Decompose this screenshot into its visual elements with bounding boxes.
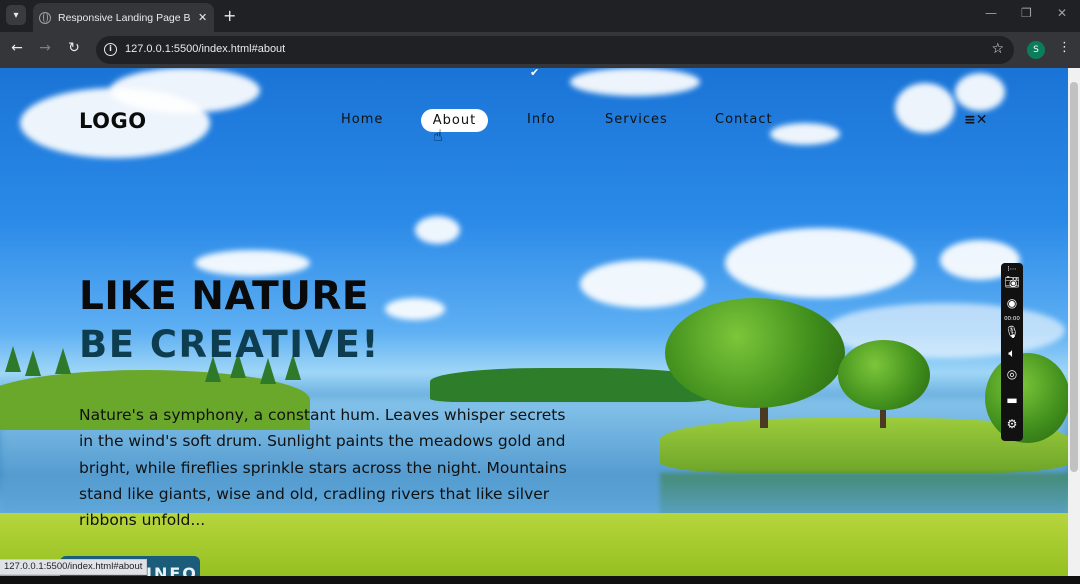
settings-icon[interactable]: ⚙ (1001, 417, 1023, 431)
status-url: 127.0.0.1:5500/index.html#about (0, 559, 148, 575)
reload-icon[interactable]: ↻ (64, 40, 84, 56)
restore-icon[interactable]: ❐ (1021, 6, 1032, 20)
hero-title: LIKE NATURE (79, 274, 370, 319)
treeline (430, 368, 710, 402)
tree (665, 298, 845, 408)
scrollbar-thumb[interactable] (1070, 82, 1078, 472)
browser-tab[interactable]: Responsive Landing Page BySm ✕ (33, 3, 214, 32)
bookmark-star-icon[interactable]: ☆ (991, 41, 1004, 57)
cloud (895, 83, 955, 133)
pine-tree (5, 346, 21, 372)
tab-strip: ▾ Responsive Landing Page BySm ✕ + — ❐ ✕ (0, 0, 1080, 32)
tab-title: Responsive Landing Page BySm (58, 11, 190, 24)
url-text[interactable]: 127.0.0.1:5500/index.html#about (125, 43, 285, 55)
address-bar[interactable]: i 127.0.0.1:5500/index.html#about ☆ (96, 36, 1014, 64)
cloud (570, 68, 700, 96)
nav-info[interactable]: Info (527, 112, 556, 127)
menu-toggle-icon[interactable]: ≡✕ (964, 112, 987, 128)
minimize-icon[interactable]: — (985, 6, 997, 20)
globe-icon (39, 11, 51, 24)
record-icon[interactable]: ◉ (1001, 296, 1023, 310)
scrollbar[interactable] (1068, 68, 1080, 576)
site-logo[interactable]: LOGO (79, 109, 147, 133)
nav-services[interactable]: Services (605, 112, 668, 127)
cloud (415, 216, 460, 244)
speaker-icon[interactable]: 🔈︎ (1001, 346, 1023, 361)
nav-home[interactable]: Home (341, 112, 383, 127)
check-icon: ✔ (530, 68, 540, 79)
tab-search-icon[interactable]: ▾ (6, 5, 26, 25)
microphone-icon[interactable]: 🎙︎ (1001, 325, 1023, 339)
cloud (110, 68, 260, 113)
webcam-icon[interactable]: ◎ (1001, 367, 1023, 381)
cloud (580, 260, 705, 308)
nav-about[interactable]: About (421, 109, 488, 132)
bottom-border (0, 576, 1080, 584)
recording-time: 00:00 (1004, 316, 1020, 322)
forward-arrow-icon[interactable]: → (35, 40, 55, 56)
tab-close-icon[interactable]: ✕ (198, 11, 207, 24)
pine-tree (25, 350, 41, 376)
page-viewport: ✔ LOGO Home About Info Services Contact … (0, 68, 1068, 576)
menu-kebab-icon[interactable]: ⋮ (1058, 40, 1071, 55)
hero-paragraph: Nature's a symphony, a constant hum. Lea… (79, 406, 567, 530)
window-icon[interactable]: ▬ (1001, 393, 1023, 407)
back-arrow-icon[interactable]: ← (7, 40, 27, 56)
cloud (955, 73, 1005, 111)
tree (985, 353, 1068, 443)
screen-recorder-toolbar: ⁞⋯ 📷︎ ◉ 00:00 🎙︎ 🔈︎ ◎ ▬ ⚙ (1001, 263, 1023, 441)
tree (838, 340, 930, 410)
hero-subtitle: BE CREATIVE! (79, 323, 380, 366)
cloud (195, 250, 310, 276)
nav-contact[interactable]: Contact (715, 112, 773, 127)
recorder-grip-icon[interactable]: ⁞⋯ (1001, 265, 1023, 273)
browser-toolbar: ← → ↻ i 127.0.0.1:5500/index.html#about … (0, 32, 1080, 68)
profile-avatar[interactable]: S (1027, 41, 1045, 59)
site-info-icon[interactable]: i (104, 43, 117, 56)
hand-cursor-icon: ☝ (433, 126, 443, 145)
cloud (385, 298, 445, 320)
cloud (770, 123, 840, 145)
close-window-icon[interactable]: ✕ (1057, 6, 1067, 20)
pine-tree (55, 348, 71, 374)
camera-icon[interactable]: 📷︎ (1001, 275, 1023, 289)
cloud (725, 228, 915, 298)
new-tab-button[interactable]: + (223, 6, 236, 25)
